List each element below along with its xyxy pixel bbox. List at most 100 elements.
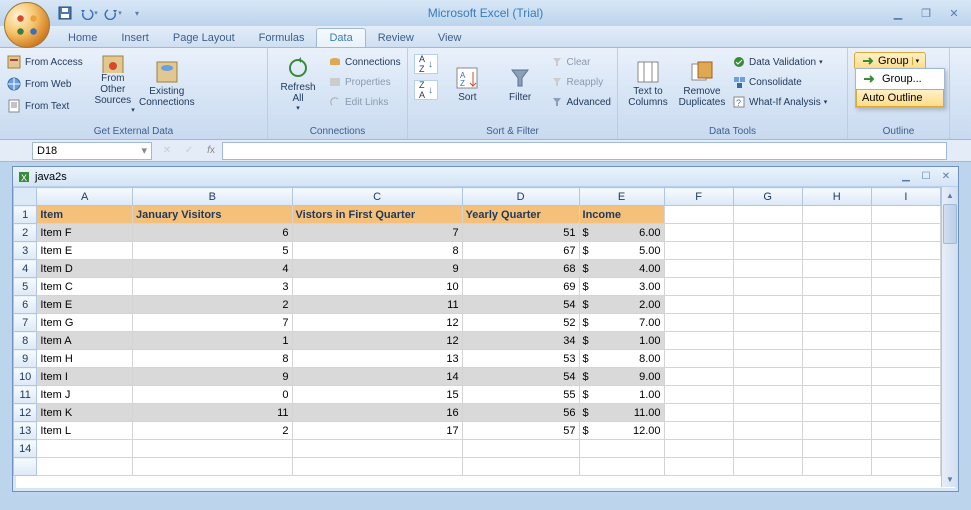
cell-D1[interactable]: Yearly Quarter [462, 206, 579, 224]
cell-C5[interactable]: 10 [292, 278, 462, 296]
qat-customize-icon[interactable]: ▾ [126, 2, 148, 24]
wb-minimize-button[interactable]: ▁ [898, 170, 914, 184]
tab-insert[interactable]: Insert [109, 29, 161, 47]
wb-close-button[interactable]: ✕ [938, 170, 954, 184]
col-header-H[interactable]: H [802, 188, 871, 206]
cell-B9[interactable]: 8 [133, 350, 292, 368]
cell-A15[interactable] [37, 458, 133, 476]
row-header-12[interactable]: 12 [14, 404, 37, 422]
sort-za-button[interactable]: ZA↓ [414, 80, 438, 100]
cell-B11[interactable]: 0 [133, 386, 292, 404]
cell-E13[interactable]: $12.00 [579, 422, 664, 440]
from-web-button[interactable]: From Web [4, 74, 85, 94]
cell-C4[interactable]: 9 [292, 260, 462, 278]
cell-E10[interactable]: $9.00 [579, 368, 664, 386]
cell-C8[interactable]: 12 [292, 332, 462, 350]
whatif-button[interactable]: ?What-If Analysis ▾ [730, 92, 829, 112]
cell-F13[interactable] [664, 422, 733, 440]
cell-F5[interactable] [664, 278, 733, 296]
cell-A6[interactable]: Item E [37, 296, 133, 314]
cell-C3[interactable]: 8 [292, 242, 462, 260]
sort-button[interactable]: AZSort [442, 50, 493, 116]
fx-icon[interactable]: fx [200, 142, 222, 160]
row-header-6[interactable]: 6 [14, 296, 37, 314]
cell-A2[interactable]: Item F [37, 224, 133, 242]
cell-H1[interactable] [802, 206, 871, 224]
cell-F7[interactable] [664, 314, 733, 332]
cell-A9[interactable]: Item H [37, 350, 133, 368]
cell-C12[interactable]: 16 [292, 404, 462, 422]
cell-H6[interactable] [802, 296, 871, 314]
col-header-A[interactable]: A [37, 188, 133, 206]
scroll-thumb[interactable] [943, 204, 957, 244]
cell-A13[interactable]: Item L [37, 422, 133, 440]
cell-F1[interactable] [664, 206, 733, 224]
cell-G7[interactable] [733, 314, 802, 332]
cell-H8[interactable] [802, 332, 871, 350]
cell-G9[interactable] [733, 350, 802, 368]
cell-B2[interactable]: 6 [133, 224, 292, 242]
row-header-5[interactable]: 5 [14, 278, 37, 296]
cell-A10[interactable]: Item I [37, 368, 133, 386]
cell-E14[interactable] [579, 440, 664, 458]
cell-G3[interactable] [733, 242, 802, 260]
cell-D2[interactable]: 51 [462, 224, 579, 242]
cell-B7[interactable]: 7 [133, 314, 292, 332]
cell-B1[interactable]: January Visitors [133, 206, 292, 224]
refresh-all-button[interactable]: Refresh All▾ [272, 50, 324, 116]
cell-C7[interactable]: 12 [292, 314, 462, 332]
cell-G4[interactable] [733, 260, 802, 278]
existing-connections-button[interactable]: Existing Connections [141, 50, 193, 116]
consolidate-button[interactable]: Consolidate [730, 72, 829, 92]
row-header-14[interactable]: 14 [14, 440, 37, 458]
cell-I2[interactable] [871, 224, 940, 242]
close-button[interactable]: ✕ [941, 5, 967, 21]
sort-az-button[interactable]: AZ↓ [414, 54, 438, 74]
cell-C11[interactable]: 15 [292, 386, 462, 404]
cell-E1[interactable]: Income [579, 206, 664, 224]
cell-B13[interactable]: 2 [133, 422, 292, 440]
cell-D12[interactable]: 56 [462, 404, 579, 422]
tab-formulas[interactable]: Formulas [247, 29, 317, 47]
cell-D4[interactable]: 68 [462, 260, 579, 278]
cell-F3[interactable] [664, 242, 733, 260]
cell-C10[interactable]: 14 [292, 368, 462, 386]
cell-G8[interactable] [733, 332, 802, 350]
cell-B15[interactable] [133, 458, 292, 476]
cell-F9[interactable] [664, 350, 733, 368]
cell-G6[interactable] [733, 296, 802, 314]
cell-G13[interactable] [733, 422, 802, 440]
cell-D3[interactable]: 67 [462, 242, 579, 260]
cell-I10[interactable] [871, 368, 940, 386]
chevron-down-icon[interactable]: ▾ [141, 144, 147, 157]
menu-group[interactable]: Group... [856, 69, 944, 89]
col-header-C[interactable]: C [292, 188, 462, 206]
cell-B12[interactable]: 11 [133, 404, 292, 422]
cell-H10[interactable] [802, 368, 871, 386]
cell-G11[interactable] [733, 386, 802, 404]
cell-A1[interactable]: Item [37, 206, 133, 224]
enter-icon[interactable]: ✓ [178, 142, 200, 160]
cell-D14[interactable] [462, 440, 579, 458]
cell-E4[interactable]: $4.00 [579, 260, 664, 278]
cell-B3[interactable]: 5 [133, 242, 292, 260]
row-header-11[interactable]: 11 [14, 386, 37, 404]
tab-view[interactable]: View [426, 29, 474, 47]
col-header-D[interactable]: D [462, 188, 579, 206]
save-icon[interactable] [54, 2, 76, 24]
office-button[interactable] [4, 2, 50, 48]
cell-I8[interactable] [871, 332, 940, 350]
cell-H3[interactable] [802, 242, 871, 260]
menu-auto-outline[interactable]: Auto Outline [856, 89, 944, 107]
cell-I3[interactable] [871, 242, 940, 260]
cell-C6[interactable]: 11 [292, 296, 462, 314]
cell-I14[interactable] [871, 440, 940, 458]
cell-D11[interactable]: 55 [462, 386, 579, 404]
wb-maximize-button[interactable]: ☐ [918, 170, 934, 184]
cell-E3[interactable]: $5.00 [579, 242, 664, 260]
cell-D7[interactable]: 52 [462, 314, 579, 332]
cell-C15[interactable] [292, 458, 462, 476]
cell-I13[interactable] [871, 422, 940, 440]
cell-B10[interactable]: 9 [133, 368, 292, 386]
cell-H5[interactable] [802, 278, 871, 296]
